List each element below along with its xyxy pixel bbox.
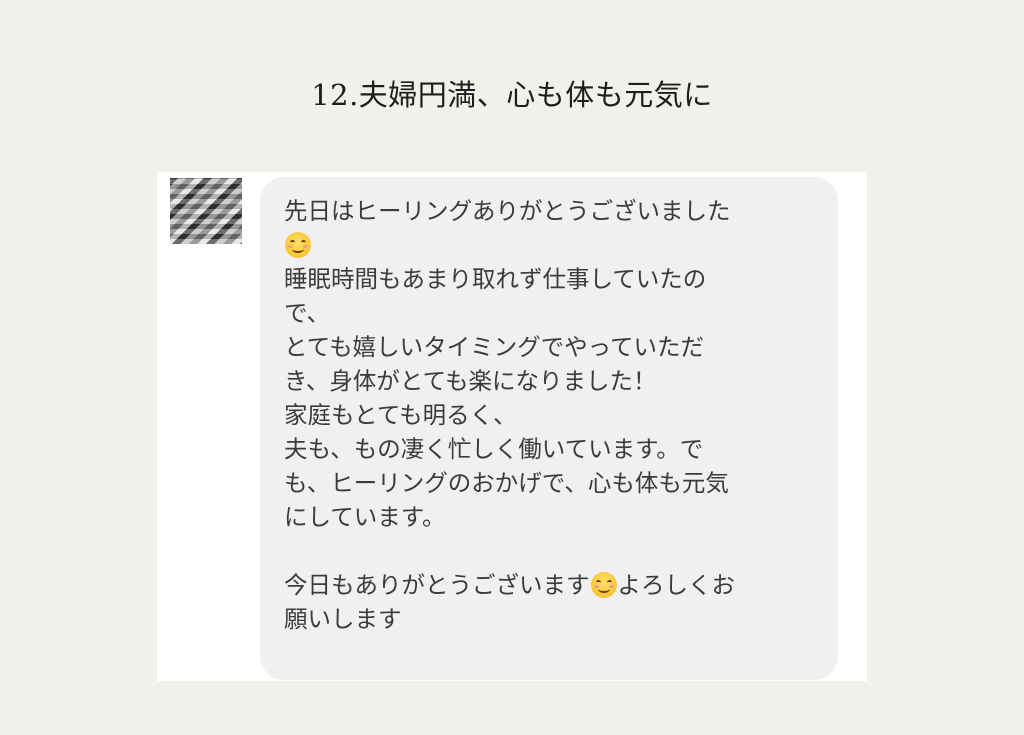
message-text: 今日もありがとうございます [284, 571, 590, 599]
message-line: にしています。 [284, 503, 446, 531]
message-line: 先日はヒーリングありがとうございました [284, 197, 731, 225]
avatar[interactable] [170, 178, 242, 244]
message-line: 睡眠時間もあまり取れず仕事していたの [284, 265, 707, 293]
smile-emoji-icon [590, 572, 617, 598]
message-line: 願いします [284, 605, 402, 633]
message-line: 今日もありがとうございます よろしくお [284, 568, 818, 602]
page-title: 12.夫婦円満、心も体も元気に [311, 78, 713, 112]
message-line: 家庭もとても明るく、 [284, 401, 517, 429]
chat-screenshot: 先日はヒーリングありがとうございました 睡眠時間もあまり取れず仕事していたの で… [157, 172, 867, 681]
message-line-blank [284, 534, 818, 568]
message-bubble: 先日はヒーリングありがとうございました 睡眠時間もあまり取れず仕事していたの で… [260, 177, 838, 680]
smile-emoji-icon [285, 232, 311, 258]
message-line: き、身体がとても楽になりました！ [284, 367, 657, 395]
message-line: 夫も、もの凄く忙しく働いています。で [284, 435, 704, 463]
message-line [284, 228, 818, 262]
message-line: とても嬉しいタイミングでやっていただ [284, 333, 704, 361]
message-line: で、 [284, 299, 331, 327]
message-text: よろしくお [617, 571, 736, 599]
message-line: も、ヒーリングのおかげで、心も体も元気 [284, 469, 729, 497]
